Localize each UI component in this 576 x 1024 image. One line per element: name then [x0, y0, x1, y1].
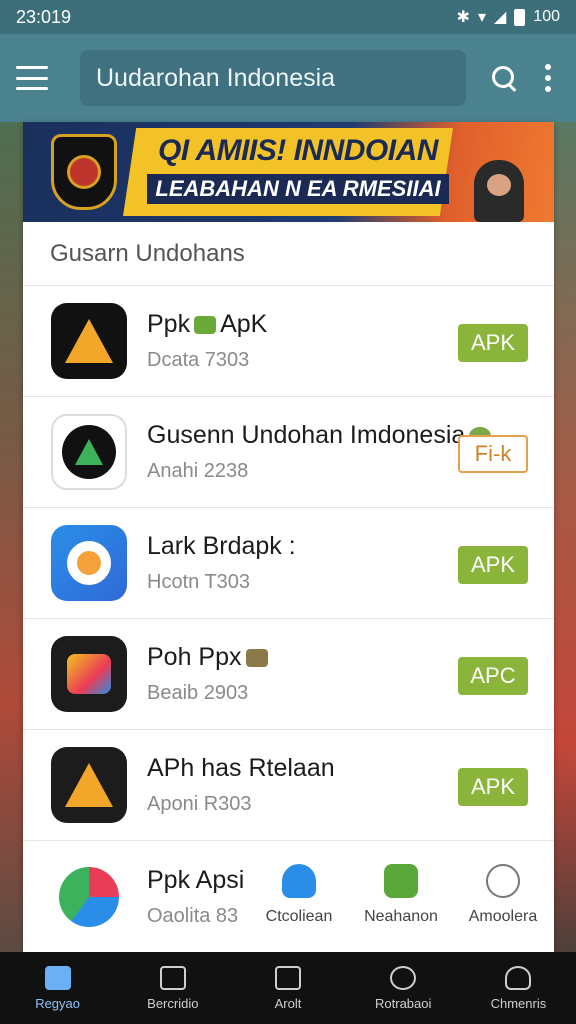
- banner-title: QI AMIIS! INNDOIAN: [158, 134, 438, 167]
- app-list: Ppk ApK Dcata 7303 APK Gusenn Undohan Imd…: [23, 286, 554, 952]
- app-icon: [51, 636, 127, 712]
- nav-item-apps[interactable]: Arolt: [230, 952, 345, 1024]
- list-icon: [159, 965, 186, 990]
- inner-tab-label: Neahanon: [364, 908, 438, 925]
- inner-tab-collection[interactable]: Ctcoliean: [248, 860, 350, 950]
- nav-label: Bercridio: [147, 995, 199, 1011]
- home-icon: [44, 965, 71, 990]
- search-input-value: Uudarohan Indonesia: [96, 63, 336, 92]
- emblem-logo: [51, 134, 117, 210]
- nav-label: Arolt: [274, 995, 302, 1011]
- more-options-icon[interactable]: [536, 58, 560, 98]
- list-item[interactable]: Ppk ApK Dcata 7303 APK: [23, 286, 554, 397]
- apk-download-button[interactable]: APK: [458, 324, 528, 362]
- inner-tab-news[interactable]: Neahanon: [350, 860, 452, 950]
- nav-label: Chmenris: [490, 995, 547, 1011]
- robot-icon: [282, 864, 316, 898]
- app-icon: [51, 858, 127, 935]
- apk-download-button[interactable]: APK: [458, 768, 528, 806]
- basket-icon: [245, 649, 268, 668]
- banner-text: QI AMIIS! INNDOIAN LEABAHAN N EA RMESIIA…: [133, 134, 463, 204]
- app-bar: Uudarohan Indonesia: [0, 34, 576, 122]
- list-item[interactable]: APh has Rtelaan Aponi R303 APK: [23, 730, 554, 841]
- search-input[interactable]: Uudarohan Indonesia: [80, 50, 466, 106]
- status-bar: 23:019 ✱ ▾ ◢ 100: [0, 0, 576, 34]
- inner-tab-label: Amoolera: [468, 908, 538, 925]
- user-icon: [505, 965, 532, 990]
- banner-subtitle: LEABAHAN N EA RMESIIAI: [147, 174, 449, 204]
- apk-download-button[interactable]: APK: [458, 546, 528, 584]
- app-icon: [51, 303, 127, 379]
- search-icon[interactable]: [484, 58, 524, 98]
- promo-banner[interactable]: QI AMIIS! INNDOIAN LEABAHAN N EA RMESIIA…: [23, 122, 554, 222]
- banner-person-image: [474, 160, 524, 222]
- android-icon: [194, 316, 217, 335]
- nav-item-search[interactable]: Rotrabaoi: [346, 952, 461, 1024]
- user-icon: [486, 864, 520, 898]
- app-icon: [51, 747, 127, 823]
- nav-label: Rotrabaoi: [375, 995, 432, 1011]
- list-item[interactable]: Poh Ppx Beaib 2903 APC: [23, 619, 554, 730]
- inner-tab-label: Ctcoliean: [265, 908, 333, 925]
- app-icon: [51, 414, 127, 490]
- status-time: 23:019: [16, 6, 72, 27]
- app-icon: [51, 525, 127, 601]
- inner-tab-account[interactable]: Amoolera: [452, 860, 554, 950]
- signal-icon: ◢: [493, 9, 507, 26]
- nav-item-home[interactable]: Regyao: [0, 952, 115, 1024]
- apk-download-button[interactable]: Fi-k: [458, 435, 528, 473]
- android-icon: [384, 864, 418, 898]
- status-icons: ✱ ▾ ◢ 100: [457, 7, 560, 27]
- apk-download-button[interactable]: APC: [458, 657, 528, 695]
- hamburger-menu-icon[interactable]: [16, 66, 48, 90]
- section-title: Gusarn Undohans: [23, 222, 554, 286]
- bluetooth-icon: ✱: [456, 9, 470, 26]
- bottom-navigation: Regyao Bercridio Arolt Rotrabaoi Chmenri…: [0, 952, 576, 1024]
- battery-level: 100: [533, 8, 560, 25]
- inner-tab-bar: Ctcoliean Neahanon Amoolera: [248, 860, 554, 950]
- main-card: QI AMIIS! INNDOIAN LEABAHAN N EA RMESIIA…: [23, 122, 554, 952]
- list-item[interactable]: Gusenn Undohan Imdonesia Anahi 2238 Fi-k: [23, 397, 554, 508]
- nav-item-categories[interactable]: Bercridio: [115, 952, 230, 1024]
- nav-item-profile[interactable]: Chmenris: [461, 952, 576, 1024]
- battery-icon: [514, 8, 526, 26]
- search-icon: [390, 965, 417, 990]
- list-item[interactable]: Lark Brdapk : Hcotn T303 APK: [23, 508, 554, 619]
- wifi-icon: ▾: [477, 9, 486, 26]
- house-icon: [275, 965, 301, 990]
- nav-label: Regyao: [35, 995, 80, 1011]
